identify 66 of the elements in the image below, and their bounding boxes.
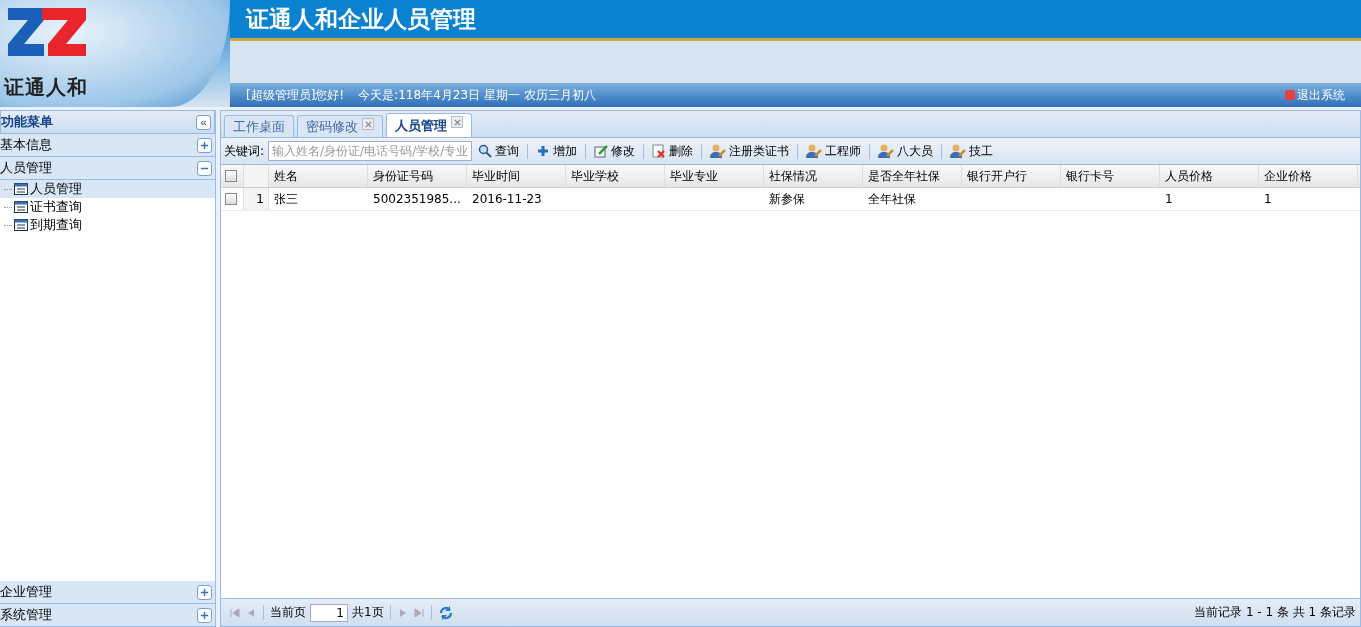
column-header[interactable]: 企业价格 bbox=[1259, 165, 1358, 187]
accordion-header[interactable]: 企业管理 bbox=[0, 581, 215, 604]
toolbar-button[interactable]: 工程师 bbox=[804, 142, 864, 160]
keyword-label: 关键词: bbox=[224, 142, 265, 160]
table-cell: 全年社保 bbox=[868, 190, 916, 208]
greeting-text: [超级管理员]您好! bbox=[246, 86, 345, 104]
toolbar-button[interactable]: 修改 bbox=[592, 142, 638, 160]
user-icon bbox=[710, 144, 727, 158]
menu-item[interactable]: 证书查询 bbox=[0, 198, 215, 216]
row-number-header bbox=[244, 165, 269, 187]
delete-icon bbox=[652, 144, 667, 158]
last-page-icon[interactable] bbox=[412, 606, 425, 619]
column-header[interactable]: 毕业学校 bbox=[566, 165, 665, 187]
date-text: 今天是:118年4月23日 星期一 农历三月初八 bbox=[358, 86, 596, 104]
list-icon bbox=[14, 201, 28, 213]
column-header[interactable]: 姓名 bbox=[269, 165, 368, 187]
column-header[interactable]: 银行开户行 bbox=[962, 165, 1061, 187]
plus-icon bbox=[536, 144, 551, 158]
menu-item[interactable]: 人员管理 bbox=[0, 180, 215, 198]
toolbar-button[interactable]: 注册类证书 bbox=[708, 142, 792, 160]
list-icon bbox=[14, 219, 28, 231]
menu-item[interactable]: 到期查询 bbox=[0, 216, 215, 234]
select-all-checkbox[interactable] bbox=[225, 170, 237, 182]
row-number: 1 bbox=[244, 188, 269, 210]
column-header[interactable]: 银行卡号 bbox=[1061, 165, 1160, 187]
table-cell: 2016-11-23 bbox=[472, 192, 542, 206]
page-field[interactable]: 1 bbox=[310, 603, 348, 622]
page-label: 当前页 bbox=[270, 604, 306, 621]
toolbar-button[interactable]: 八大员 bbox=[876, 142, 936, 160]
search-icon bbox=[478, 144, 493, 158]
accordion-header[interactable]: 人员管理 bbox=[0, 157, 215, 180]
tab[interactable]: 工作桌面 bbox=[224, 115, 294, 137]
table-cell: 1 bbox=[1264, 192, 1272, 206]
total-pages: 共1页 bbox=[352, 604, 384, 621]
column-header[interactable]: 社保情况 bbox=[764, 165, 863, 187]
sidebar-title: 功能菜单 bbox=[1, 113, 53, 131]
list-icon bbox=[14, 183, 28, 195]
user-icon bbox=[950, 144, 967, 158]
search-field[interactable]: 输入姓名/身份证/电话号码/学校/专业 bbox=[268, 141, 473, 161]
collapse-button[interactable]: « bbox=[196, 114, 211, 130]
refresh-icon[interactable] bbox=[437, 604, 454, 621]
app-title: 证通人和企业人员管理 bbox=[246, 4, 476, 34]
first-page-icon[interactable] bbox=[229, 606, 241, 619]
row-checkbox[interactable] bbox=[225, 193, 237, 205]
tab[interactable]: 人员管理 bbox=[386, 113, 472, 137]
column-header[interactable]: 毕业专业 bbox=[665, 165, 764, 187]
logo-text: 证通人和 bbox=[4, 74, 89, 101]
user-icon bbox=[878, 144, 895, 158]
column-header[interactable]: 是否全年社保 bbox=[863, 165, 962, 187]
table-cell: 5002351985... bbox=[373, 192, 461, 206]
column-header[interactable]: 身份证号码 bbox=[368, 165, 467, 187]
toolbar-button[interactable]: 删除 bbox=[650, 142, 696, 160]
column-header[interactable]: 毕业时间 bbox=[467, 165, 566, 187]
toolbar-button[interactable]: 增加 bbox=[534, 142, 580, 160]
record-summary: 当前记录 1 - 1 条 共 1 条记录 bbox=[1194, 604, 1356, 621]
table-cell: 张三 bbox=[274, 190, 298, 208]
column-header[interactable]: 人员价格 bbox=[1160, 165, 1259, 187]
toolbar-button[interactable]: 技工 bbox=[948, 142, 996, 160]
tab[interactable]: 密码修改 bbox=[297, 115, 383, 137]
table-cell: 新参保 bbox=[769, 190, 805, 208]
accordion-header[interactable]: 基本信息 bbox=[0, 134, 215, 157]
user-icon bbox=[806, 144, 823, 158]
accordion-header[interactable]: 系统管理 bbox=[0, 604, 215, 627]
table-cell: 1 bbox=[1165, 192, 1173, 206]
toolbar-button[interactable]: 查询 bbox=[476, 142, 522, 160]
pencil-icon bbox=[594, 144, 609, 158]
